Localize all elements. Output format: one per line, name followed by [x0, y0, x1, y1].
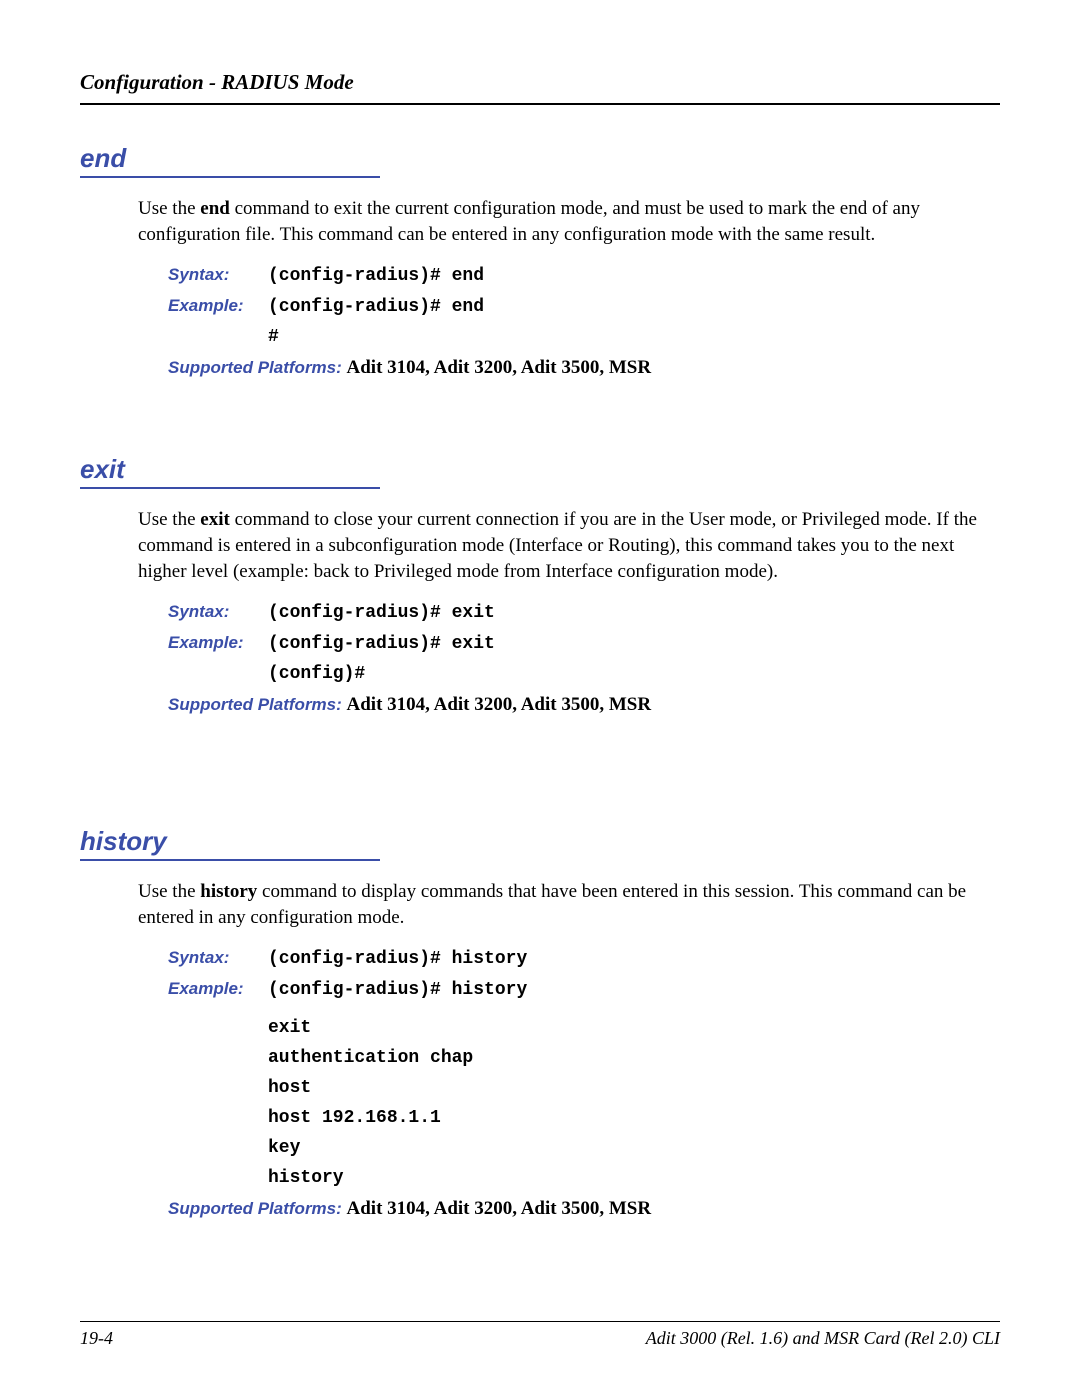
- desc-bold: history: [200, 881, 257, 902]
- section-title-history: history: [80, 826, 167, 859]
- syntax-row: Syntax: (config-radius)# exit: [168, 602, 1000, 623]
- example-label: Example:: [168, 633, 268, 653]
- desc-suffix: command to close your current connection…: [138, 509, 977, 581]
- example-cont6: history: [268, 1168, 1000, 1188]
- example-cont1: exit: [268, 1018, 1000, 1038]
- section-title-end: end: [80, 143, 126, 176]
- desc-prefix: Use the: [138, 509, 200, 530]
- section-body-end: Use the end command to exit the current …: [138, 196, 1000, 379]
- footer-rule: [80, 1321, 1000, 1322]
- example-row: Example: (config-radius)# exit: [168, 633, 1000, 654]
- code-block-exit: Syntax: (config-radius)# exit Example: (…: [168, 602, 1000, 684]
- example-label: Example:: [168, 979, 268, 999]
- description-history: Use the history command to display comma…: [138, 879, 1000, 930]
- section-end: end Use the end command to exit the curr…: [80, 143, 1000, 379]
- desc-bold: end: [200, 198, 230, 219]
- syntax-row: Syntax: (config-radius)# history: [168, 948, 1000, 969]
- section-rule-end: [80, 176, 380, 178]
- example-row: Example: (config-radius)# end: [168, 296, 1000, 317]
- platforms-label: Supported Platforms:: [168, 695, 347, 714]
- footer-row: 19-4 Adit 3000 (Rel. 1.6) and MSR Card (…: [80, 1328, 1000, 1349]
- section-exit: exit Use the exit command to close your …: [80, 454, 1000, 716]
- page-footer: 19-4 Adit 3000 (Rel. 1.6) and MSR Card (…: [80, 1313, 1000, 1349]
- example-cont1: #: [268, 327, 1000, 347]
- doc-title: Adit 3000 (Rel. 1.6) and MSR Card (Rel 2…: [646, 1328, 1000, 1349]
- example-cont5: key: [268, 1138, 1000, 1158]
- example-row: Example: (config-radius)# history: [168, 979, 1000, 1000]
- code-block-history: Syntax: (config-radius)# history Example…: [168, 948, 1000, 1188]
- desc-suffix: command to display commands that have be…: [138, 881, 966, 928]
- page-number: 19-4: [80, 1328, 113, 1349]
- example-cont4: host 192.168.1.1: [268, 1108, 1000, 1128]
- section-body-exit: Use the exit command to close your curre…: [138, 507, 1000, 716]
- section-rule-exit: [80, 487, 380, 489]
- platforms-row-history: Supported Platforms: Adit 3104, Adit 320…: [168, 1198, 1000, 1220]
- description-exit: Use the exit command to close your curre…: [138, 507, 1000, 584]
- syntax-code: (config-radius)# end: [268, 266, 484, 286]
- syntax-label: Syntax:: [168, 602, 268, 622]
- desc-bold: exit: [200, 509, 230, 530]
- desc-prefix: Use the: [138, 881, 200, 902]
- platforms-value: Adit 3104, Adit 3200, Adit 3500, MSR: [347, 694, 652, 715]
- example-code: (config-radius)# end: [268, 297, 484, 317]
- syntax-label: Syntax:: [168, 948, 268, 968]
- description-end: Use the end command to exit the current …: [138, 196, 1000, 247]
- example-cont2: authentication chap: [268, 1048, 1000, 1068]
- example-cont1: (config)#: [268, 664, 1000, 684]
- platforms-row-end: Supported Platforms: Adit 3104, Adit 320…: [168, 357, 1000, 379]
- desc-prefix: Use the: [138, 198, 200, 219]
- syntax-code: (config-radius)# exit: [268, 603, 495, 623]
- platforms-value: Adit 3104, Adit 3200, Adit 3500, MSR: [347, 357, 652, 378]
- syntax-row: Syntax: (config-radius)# end: [168, 265, 1000, 286]
- code-block-end: Syntax: (config-radius)# end Example: (c…: [168, 265, 1000, 347]
- section-history: history Use the history command to displ…: [80, 826, 1000, 1220]
- section-body-history: Use the history command to display comma…: [138, 879, 1000, 1220]
- platforms-row-exit: Supported Platforms: Adit 3104, Adit 320…: [168, 694, 1000, 716]
- header-rule: [80, 103, 1000, 105]
- syntax-code: (config-radius)# history: [268, 949, 527, 969]
- desc-suffix: command to exit the current configuratio…: [138, 198, 920, 245]
- section-title-exit: exit: [80, 454, 125, 487]
- platforms-label: Supported Platforms:: [168, 1199, 347, 1218]
- platforms-label: Supported Platforms:: [168, 358, 347, 377]
- example-code: (config-radius)# exit: [268, 634, 495, 654]
- page-container: Configuration - RADIUS Mode end Use the …: [0, 0, 1080, 1397]
- syntax-label: Syntax:: [168, 265, 268, 285]
- section-rule-history: [80, 859, 380, 861]
- example-cont3: host: [268, 1078, 1000, 1098]
- example-code: (config-radius)# history: [268, 980, 527, 1000]
- example-label: Example:: [168, 296, 268, 316]
- page-header-title: Configuration - RADIUS Mode: [80, 70, 1000, 95]
- platforms-value: Adit 3104, Adit 3200, Adit 3500, MSR: [347, 1198, 652, 1219]
